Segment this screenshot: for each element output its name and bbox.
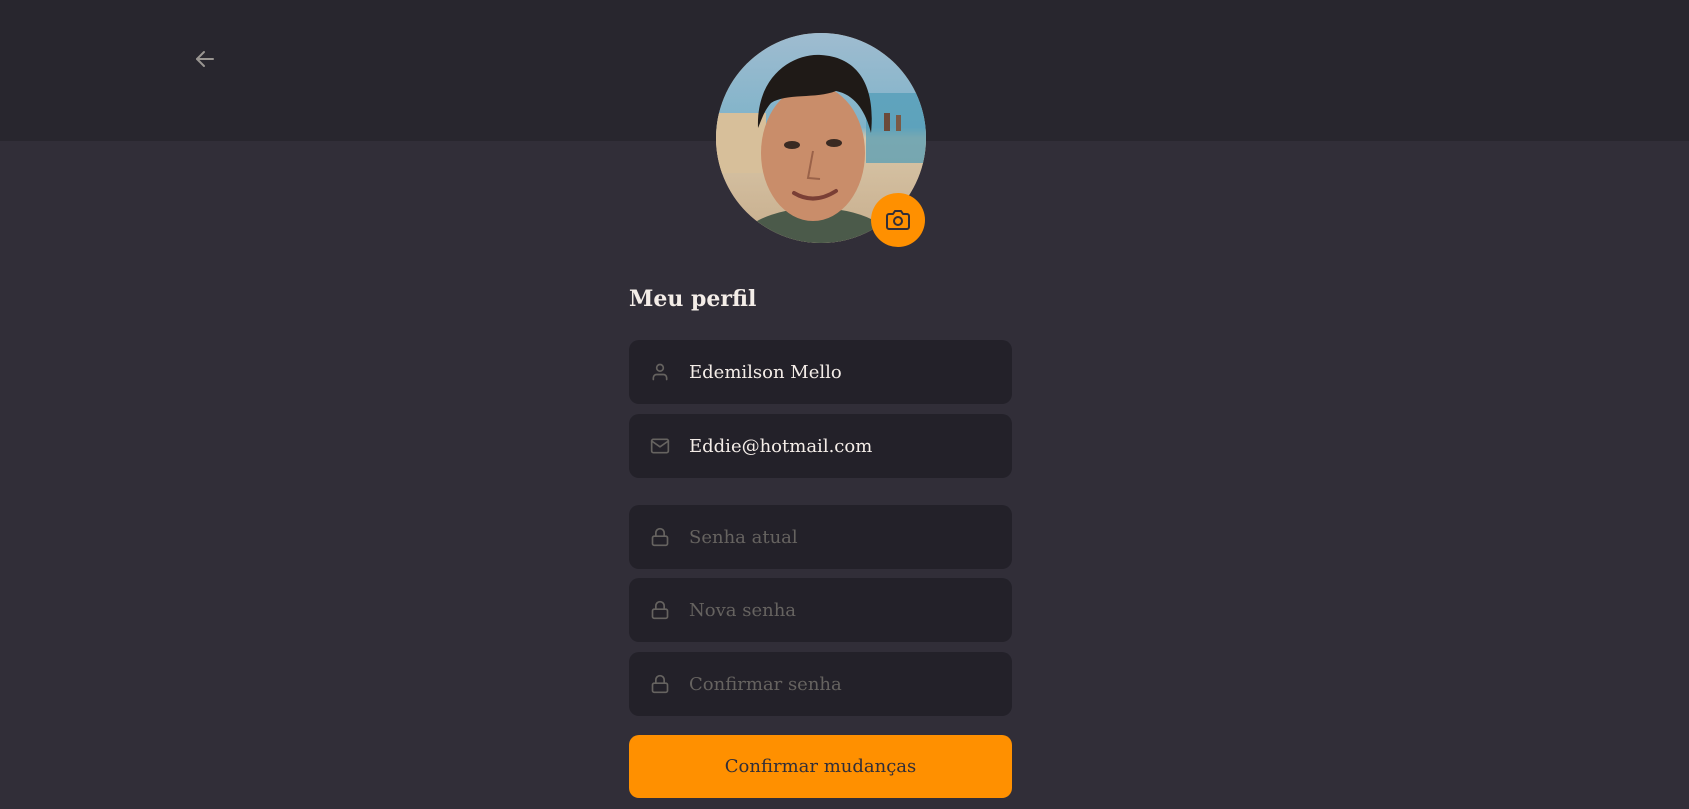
- name-field[interactable]: Edemilson Mello: [629, 340, 1012, 404]
- new-password-field[interactable]: Nova senha: [629, 578, 1012, 642]
- avatar-container: [716, 33, 926, 247]
- user-icon: [649, 361, 671, 383]
- lock-icon: [649, 526, 671, 548]
- back-button[interactable]: [188, 42, 222, 76]
- confirm-password-field[interactable]: Confirmar senha: [629, 652, 1012, 716]
- camera-icon: [886, 210, 910, 230]
- name-input[interactable]: Edemilson Mello: [689, 362, 842, 383]
- change-avatar-button[interactable]: [871, 193, 925, 247]
- email-field[interactable]: Eddie@hotmail.com: [629, 414, 1012, 478]
- current-password-field[interactable]: Senha atual: [629, 505, 1012, 569]
- page-title: Meu perfil: [629, 286, 757, 312]
- current-password-input[interactable]: Senha atual: [689, 527, 798, 548]
- lock-icon: [649, 599, 671, 621]
- profile-form: Meu perfil Edemilson Mello Eddie@hotmail…: [629, 278, 1012, 798]
- confirm-password-input[interactable]: Confirmar senha: [689, 674, 842, 695]
- email-input[interactable]: Eddie@hotmail.com: [689, 436, 872, 457]
- confirm-changes-button[interactable]: Confirmar mudanças: [629, 735, 1012, 798]
- arrow-left-icon: [196, 51, 214, 67]
- mail-icon: [649, 435, 671, 457]
- new-password-input[interactable]: Nova senha: [689, 600, 796, 621]
- lock-icon: [649, 673, 671, 695]
